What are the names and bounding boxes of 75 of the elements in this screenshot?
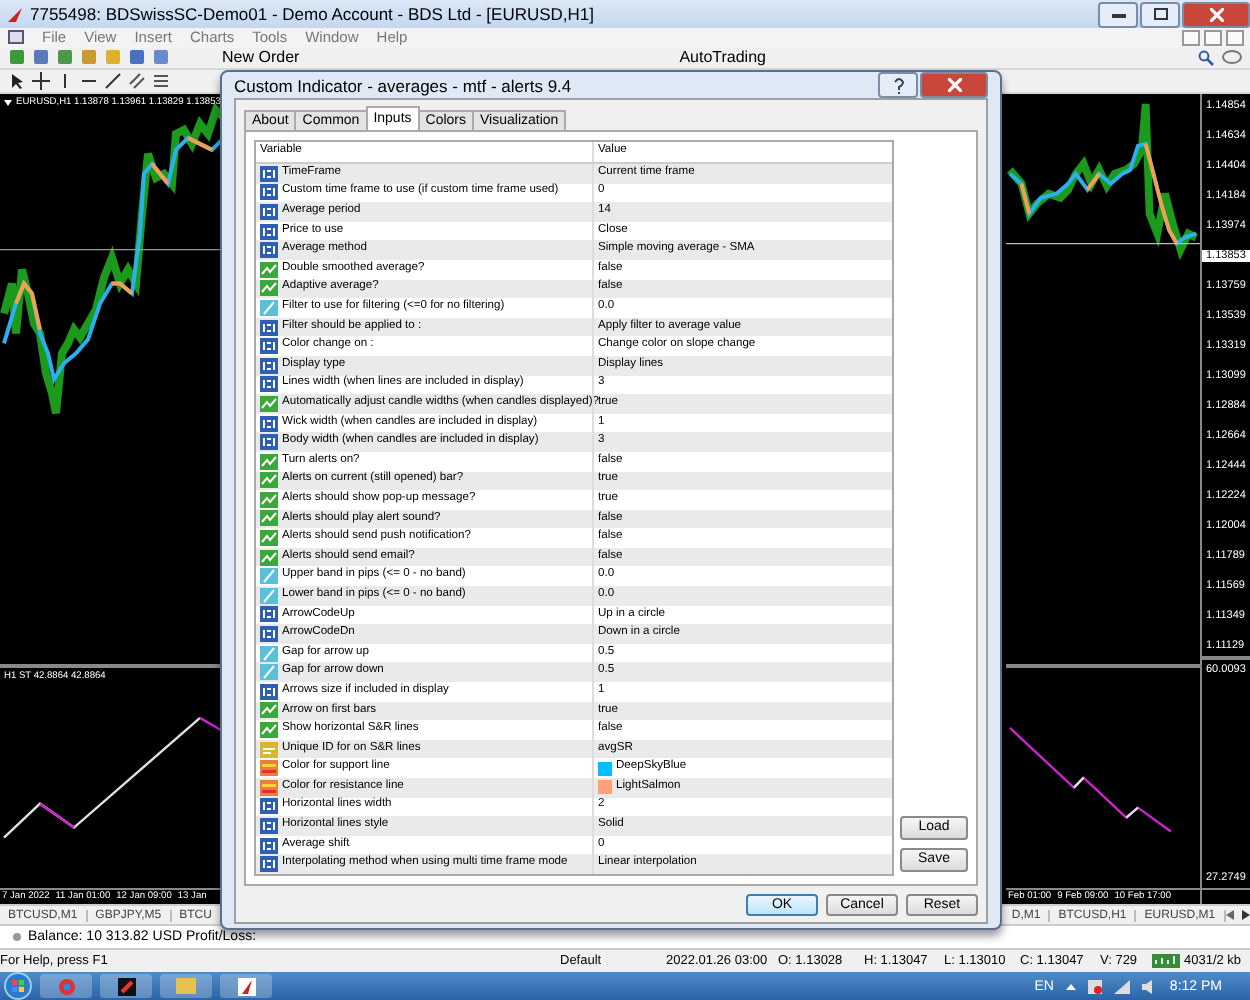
boolean-type-icon — [260, 549, 278, 566]
app-taskbar-icon[interactable] — [100, 974, 152, 998]
color-type-icon — [260, 779, 278, 796]
integer-type-icon — [260, 683, 278, 700]
boolean-type-icon — [260, 722, 278, 739]
integer-type-icon — [260, 223, 278, 240]
integer-type-icon — [260, 798, 278, 815]
double-type-icon — [260, 568, 278, 585]
app-logo-icon — [6, 5, 24, 24]
integer-type-icon — [260, 242, 278, 259]
dialog-title: Custom Indicator - averages - mtf - alerts 9.4 — [234, 75, 572, 95]
integer-type-icon — [260, 338, 278, 355]
close-icon — [1209, 7, 1223, 22]
scroll-left-icon[interactable] — [1225, 910, 1234, 921]
boolean-type-icon — [260, 395, 278, 412]
terminal-taskbar-icon[interactable] — [220, 974, 272, 998]
autotrading-button[interactable]: AutoTrading — [675, 48, 770, 67]
window-title: 7755498: BDSwissSC-Demo01 - Demo Account - BDS Ltd - [EURUSD,H1] — [30, 4, 595, 25]
speaker-icon[interactable] — [1141, 979, 1158, 993]
maximize-icon — [1153, 8, 1167, 21]
boolean-type-icon — [260, 472, 278, 489]
scroll-right-icon[interactable] — [1241, 910, 1250, 921]
caret-icon[interactable] — [1065, 983, 1076, 989]
chat-icon[interactable] — [1222, 49, 1242, 66]
color-swatch[interactable] — [598, 761, 612, 776]
double-type-icon — [260, 299, 278, 316]
integer-type-icon — [260, 837, 278, 854]
boolean-type-icon — [260, 702, 278, 719]
channel-icon[interactable] — [128, 72, 146, 91]
caret-icon — [4, 100, 12, 107]
balance-icon — [12, 932, 22, 943]
boolean-type-icon — [260, 261, 278, 278]
maximize-button[interactable] — [1140, 1, 1180, 28]
trendline-icon[interactable] — [104, 72, 122, 91]
integer-type-icon — [260, 184, 278, 201]
minimize-icon — [1111, 11, 1125, 18]
help-button[interactable] — [878, 72, 918, 98]
restore-button[interactable] — [1204, 29, 1222, 46]
color-swatch[interactable] — [598, 780, 612, 795]
integer-type-icon — [260, 817, 278, 834]
close-icon — [947, 78, 961, 92]
integer-type-icon — [260, 203, 278, 220]
cursor-icon[interactable] — [8, 72, 26, 91]
flag-icon[interactable] — [1087, 979, 1102, 993]
close-button[interactable] — [920, 72, 988, 98]
fibonacci-icon[interactable] — [152, 72, 170, 91]
search-icon[interactable] — [1198, 49, 1214, 66]
boolean-type-icon — [260, 491, 278, 508]
integer-type-icon — [260, 856, 278, 873]
integer-type-icon — [260, 319, 278, 336]
integer-type-icon — [260, 357, 278, 374]
color-type-icon — [260, 760, 278, 777]
start-icon[interactable] — [4, 972, 32, 1000]
integer-type-icon — [260, 376, 278, 393]
new-order-button[interactable]: New Order — [218, 48, 304, 67]
boolean-type-icon — [260, 530, 278, 547]
string-type-icon — [260, 741, 278, 758]
close-button[interactable] — [1182, 1, 1250, 28]
chart-menu-icon[interactable] — [8, 30, 24, 45]
connection-icon — [1152, 954, 1180, 969]
help-icon — [893, 77, 903, 93]
boolean-type-icon — [260, 453, 278, 470]
integer-type-icon — [260, 606, 278, 623]
integer-type-icon — [260, 434, 278, 451]
integer-type-icon — [260, 626, 278, 643]
double-type-icon — [260, 587, 278, 604]
boolean-type-icon — [260, 280, 278, 297]
close-button[interactable] — [1226, 29, 1244, 46]
minimize-button[interactable] — [1098, 1, 1138, 28]
double-type-icon — [260, 664, 278, 681]
crosshair-icon[interactable] — [32, 72, 50, 91]
integer-type-icon — [260, 415, 278, 432]
double-type-icon — [260, 645, 278, 662]
boolean-type-icon — [260, 510, 278, 527]
signal-icon[interactable] — [1113, 979, 1130, 993]
